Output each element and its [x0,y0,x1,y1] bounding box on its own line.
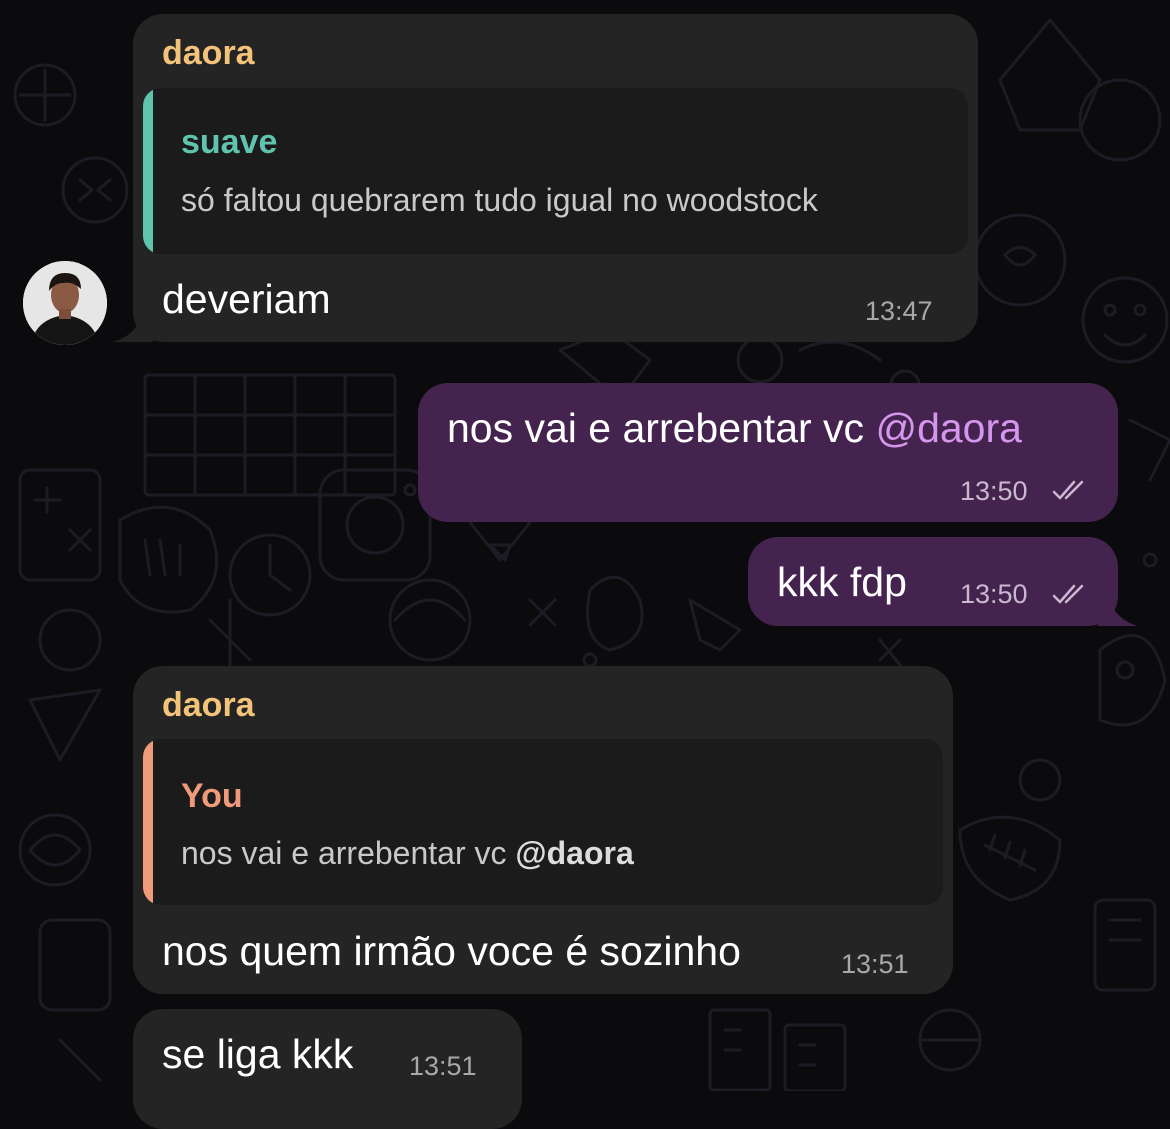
sender-name[interactable]: daora [162,686,255,725]
reply-quote-author: suave [181,123,278,161]
message-time: 13:51 [409,1051,477,1081]
reply-quote-bar [143,88,153,254]
message-bubble[interactable]: se liga kkk 13:51 [133,1009,522,1129]
avatar-daora[interactable] [23,261,107,345]
message-text: nos vai e arrebentar vc @daora [447,405,1022,452]
mention-link: @daora [515,835,634,871]
message-time: 13:50 [960,579,1028,609]
avatar-photo [23,261,107,345]
double-check-icon [1052,480,1084,500]
message-text: se liga kkk [162,1031,354,1077]
message-time: 13:51 [841,949,909,979]
reply-quote-text: nos vai e arrebentar vc @daora [181,835,634,872]
reply-quote[interactable]: You nos vai e arrebentar vc @daora [143,739,943,905]
reply-quote[interactable]: suave só faltou quebrarem tudo igual no … [143,88,968,254]
bubble-tail [1098,590,1138,626]
message-text: deveriam [162,276,331,322]
message-text: kkk fdp [777,559,907,605]
reply-quote-text: só faltou quebrarem tudo igual no woodst… [181,182,818,218]
message-time: 13:50 [960,476,1028,506]
message-bubble[interactable]: kkk fdp 13:50 [748,537,1118,626]
double-check-icon [1052,584,1084,604]
reply-quote-bar [143,739,153,905]
message-text: nos quem irmão voce é sozinho [162,928,741,974]
message-text-body: nos vai e arrebentar vc [447,405,876,451]
message-time: 13:47 [865,296,933,326]
message-bubble[interactable]: daora You nos vai e arrebentar vc @daora… [133,666,953,994]
mention-link[interactable]: @daora [875,405,1021,451]
reply-quote-author: You [181,777,243,815]
sender-name[interactable]: daora [162,34,255,73]
reply-quote-text-body: nos vai e arrebentar vc [181,835,516,871]
bubble-tail [113,306,153,342]
message-bubble[interactable]: nos vai e arrebentar vc @daora 13:50 [418,383,1118,522]
message-bubble[interactable]: daora suave só faltou quebrarem tudo igu… [133,14,978,342]
